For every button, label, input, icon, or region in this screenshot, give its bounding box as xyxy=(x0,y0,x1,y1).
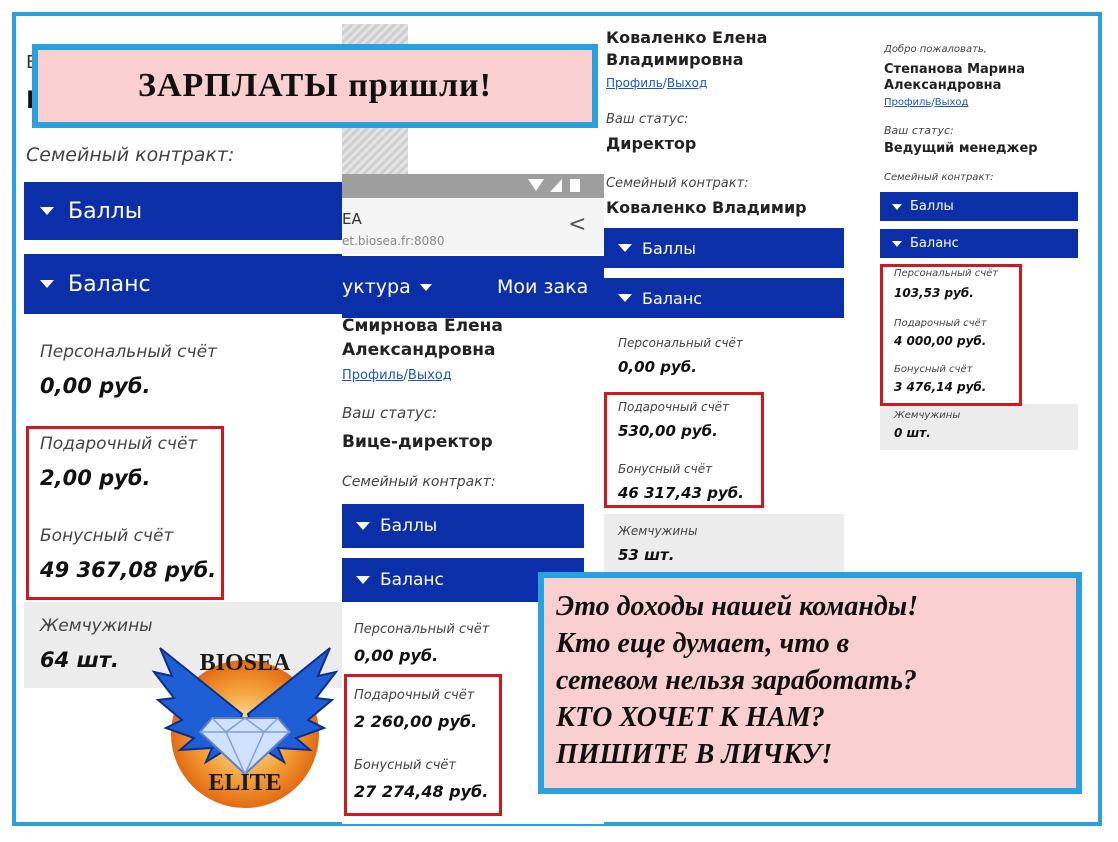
pearls-value: 64 шт. xyxy=(40,648,119,672)
message-line: КТО ХОЧЕТ К НАМ? xyxy=(556,702,825,733)
balance-label: Баланс xyxy=(910,236,959,251)
status-value: Ведущий менеджер xyxy=(884,141,1038,156)
nav-my-orders[interactable]: Мои зака xyxy=(497,276,588,298)
message-line: ПИШИТЕ В ЛИЧКУ! xyxy=(556,739,833,770)
user-name: Смирнова Елена xyxy=(342,316,503,336)
logout-link[interactable]: Выход xyxy=(408,368,452,383)
points-label: Баллы xyxy=(380,516,438,536)
balance-accordion[interactable]: Баланс xyxy=(24,254,342,314)
welcome-text: Добро пожаловать, xyxy=(884,44,987,55)
points-accordion[interactable]: Баллы xyxy=(342,504,584,548)
profile-links: Профиль/Выход xyxy=(606,76,707,90)
personal-account-label: Персональный счёт xyxy=(354,622,490,637)
biosea-elite-logo: BIOSEA ELITE xyxy=(150,636,340,816)
caret-down-icon xyxy=(892,240,902,247)
profile-links: Профиль/Выход xyxy=(342,368,452,383)
logo-text-bottom: ELITE xyxy=(208,770,282,796)
message-line: сетевом нельзя заработать? xyxy=(556,665,917,696)
highlight-box xyxy=(26,426,224,600)
pearls-label: Жемчужины xyxy=(40,616,153,636)
family-contract-label: Семейный контракт: xyxy=(606,176,749,191)
wifi-icon xyxy=(528,179,544,191)
user-name-line2: Владимировна xyxy=(606,50,744,69)
user-name-line2: Александровна xyxy=(342,340,496,360)
balance-label: Баланс xyxy=(642,288,703,308)
caret-down-icon xyxy=(618,244,632,252)
balance-accordion[interactable]: Баланс xyxy=(604,278,844,318)
personal-account-label: Персональный счёт xyxy=(40,342,217,362)
family-contract-value: Коваленко Владимир xyxy=(606,198,807,217)
personal-account-value: 0,00 руб. xyxy=(354,646,439,665)
personal-account-label: Персональный счёт xyxy=(618,336,743,350)
points-accordion[interactable]: Баллы xyxy=(880,192,1078,221)
family-contract-label: Семейный контракт: xyxy=(342,474,496,490)
pearls-label: Жемчужины xyxy=(894,410,961,421)
user-name: Коваленко Елена xyxy=(606,28,768,47)
pearls-value: 53 шт. xyxy=(618,546,675,564)
profile-links: Профиль/Выход xyxy=(884,97,968,108)
status-bar xyxy=(342,174,604,198)
status-label: Ваш статус: xyxy=(342,404,438,422)
user-name: Степанова Марина xyxy=(884,62,1025,77)
headline-banner: ЗАРПЛАТЫ пришли! xyxy=(32,44,598,128)
message-banner: Это доходы нашей команды! Кто еще думает… xyxy=(538,572,1082,794)
balance-label: Баланс xyxy=(68,271,151,297)
points-label: Баллы xyxy=(68,198,143,224)
logout-link[interactable]: Выход xyxy=(667,76,707,90)
points-label: Баллы xyxy=(642,238,696,258)
profile-link[interactable]: Профиль xyxy=(342,368,404,383)
highlight-box xyxy=(604,392,764,508)
site-title: EA xyxy=(342,210,362,228)
highlight-box xyxy=(344,674,502,816)
status-value: Директор xyxy=(606,134,697,153)
logo-text-top: BIOSEA xyxy=(199,650,291,676)
caret-down-icon xyxy=(420,284,432,291)
family-contract-label: Семейный контракт: xyxy=(884,172,994,183)
personal-account-value: 0,00 руб. xyxy=(40,374,151,398)
pearls-label: Жемчужины xyxy=(618,524,698,538)
points-accordion[interactable]: Баллы xyxy=(24,182,342,240)
share-icon[interactable]: < xyxy=(568,212,586,237)
profile-link[interactable]: Профиль xyxy=(884,97,931,108)
message-line: Это доходы нашей команды! xyxy=(556,591,919,622)
caret-down-icon xyxy=(356,576,370,584)
battery-icon xyxy=(570,179,580,192)
points-label: Баллы xyxy=(910,199,954,214)
personal-account-value: 0,00 руб. xyxy=(618,358,697,376)
message-line: Кто еще думает, что в xyxy=(556,628,850,659)
balance-label: Баланс xyxy=(380,570,444,590)
highlight-box xyxy=(880,264,1022,406)
caret-down-icon xyxy=(892,203,902,210)
status-label: Ваш статус: xyxy=(606,112,689,127)
points-accordion[interactable]: Баллы xyxy=(604,228,844,268)
browser-bar: EA et.biosea.fr:8080 < xyxy=(342,198,604,254)
site-nav: уктура Мои зака xyxy=(342,256,604,318)
nav-structure[interactable]: уктура xyxy=(342,276,411,298)
caret-down-icon xyxy=(40,280,54,288)
family-contract-label: Семейный контракт: xyxy=(26,144,235,166)
caret-down-icon xyxy=(40,207,54,215)
signal-icon xyxy=(550,179,562,192)
caret-down-icon xyxy=(356,522,370,530)
logout-link[interactable]: Выход xyxy=(935,97,969,108)
status-value: Вице-директор xyxy=(342,432,493,452)
caret-down-icon xyxy=(618,294,632,302)
status-label: Ваш статус: xyxy=(884,124,954,137)
message-text: Это доходы нашей команды! Кто еще думает… xyxy=(556,588,918,773)
balance-accordion[interactable]: Баланс xyxy=(880,229,1078,258)
profile-link[interactable]: Профиль xyxy=(606,76,663,90)
headline-text: ЗАРПЛАТЫ пришли! xyxy=(138,67,492,104)
pearls-value: 0 шт. xyxy=(894,426,931,440)
user-name-line2: Александровна xyxy=(884,78,1002,93)
site-url: et.biosea.fr:8080 xyxy=(342,234,445,248)
